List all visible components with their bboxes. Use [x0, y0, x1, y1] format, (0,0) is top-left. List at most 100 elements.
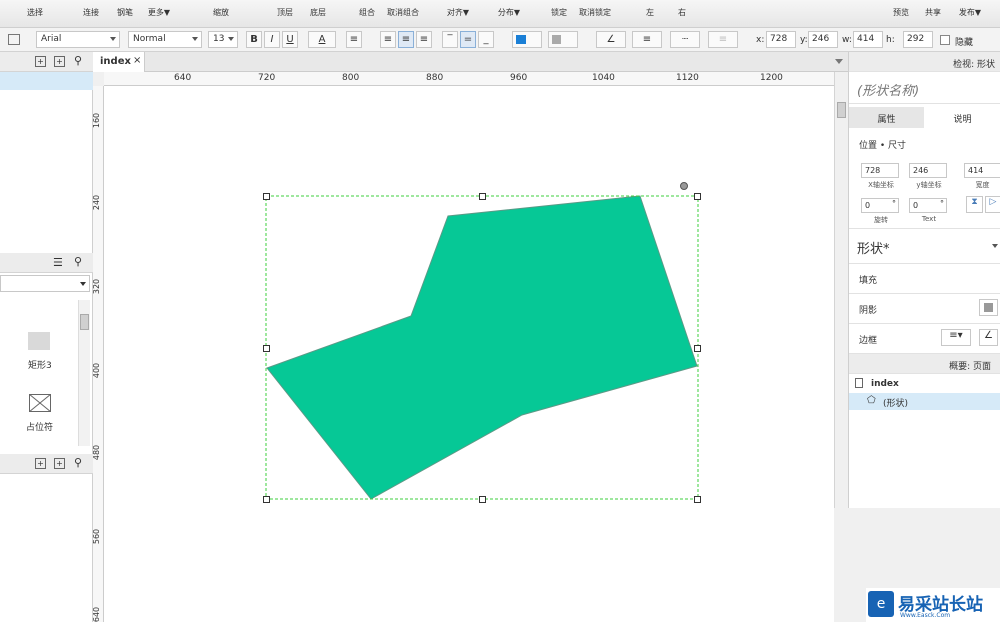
add-page-icon[interactable]: + [35, 56, 46, 67]
placeholder-icon[interactable] [28, 393, 52, 413]
tab-index[interactable]: index × [93, 52, 145, 72]
font-family-select[interactable]: Arial [36, 31, 120, 48]
underline-button[interactable]: U [282, 31, 298, 48]
close-icon[interactable]: × [133, 55, 141, 66]
line-color-button[interactable]: ∠ [596, 31, 626, 48]
rotation-value: 0 [865, 201, 871, 210]
valign-middle-icon[interactable]: = [460, 31, 476, 48]
valign-bottom-icon[interactable]: _ [478, 31, 494, 48]
w-field[interactable]: 414 [964, 163, 1000, 178]
add-master-icon[interactable]: + [35, 458, 46, 469]
add-folder-icon[interactable]: + [54, 56, 65, 67]
tabs-menu-icon[interactable] [835, 59, 843, 64]
align-center-icon[interactable]: ≡ [398, 31, 414, 48]
library-item-placeholder[interactable]: 占位符 [26, 420, 53, 433]
distribute-button[interactable]: 分布▼ [494, 0, 524, 28]
x-field[interactable]: 728 [861, 163, 899, 178]
tab-notes[interactable]: 说明 [924, 107, 1000, 128]
bring-front-button[interactable]: 顶层 [272, 0, 298, 28]
shadow-picker[interactable] [979, 299, 998, 316]
library-scroll-thumb[interactable] [80, 314, 89, 330]
resize-handle-e[interactable] [694, 345, 701, 352]
align-button[interactable]: 对齐▼ [443, 0, 473, 28]
font-style-select[interactable]: Normal [128, 31, 202, 48]
ruler-label: 400 [92, 362, 102, 379]
group-button[interactable]: 组合 [354, 0, 380, 28]
align-right-icon[interactable]: ≡ [416, 31, 432, 48]
more-button[interactable]: 更多▼ [144, 0, 174, 28]
canvas-scroll-thumb[interactable] [837, 102, 846, 118]
rotation-field[interactable]: 0 ° [861, 198, 899, 213]
flip-vertical-icon[interactable]: ▷ [985, 196, 1000, 213]
rectangle-icon[interactable] [28, 332, 50, 350]
publish-button[interactable]: 发布▼ [955, 0, 985, 28]
connect-button[interactable]: 连接 [78, 0, 104, 28]
zoom-button[interactable]: 缩放 [198, 0, 244, 28]
sitemap-selected-row[interactable] [0, 72, 93, 90]
text-rotation-field[interactable]: 0 ° [909, 198, 947, 213]
unlock-button[interactable]: 取消锁定 [577, 0, 613, 28]
hide-checkbox[interactable] [940, 35, 950, 45]
flip-horizontal-icon[interactable]: ⧗ [966, 196, 983, 213]
search-icon[interactable]: ⚲ [74, 456, 82, 469]
design-canvas[interactable] [104, 86, 834, 622]
share-button[interactable]: 共享 [920, 0, 946, 28]
select-button[interactable]: 选择 [20, 0, 50, 28]
resize-handle-w[interactable] [263, 345, 270, 352]
resize-handle-sw[interactable] [263, 496, 270, 503]
menu-icon[interactable]: ☰ [53, 256, 63, 269]
x-input[interactable]: 728 [766, 31, 796, 48]
library-select[interactable] [0, 275, 90, 292]
add-folder-icon[interactable]: + [54, 458, 65, 469]
fill-color-button[interactable] [512, 31, 542, 48]
text-color-button[interactable]: A [308, 31, 336, 48]
canvas-vertical-scrollbar[interactable] [834, 72, 848, 508]
lock-button[interactable]: 锁定 [546, 0, 572, 28]
shape-name-input[interactable]: (形状名称) [857, 80, 919, 99]
preview-button[interactable]: 预览 [888, 0, 914, 28]
border-color-picker[interactable]: ∠ [979, 329, 998, 346]
bold-button[interactable]: B [246, 31, 262, 48]
send-back-button[interactable]: 底层 [305, 0, 331, 28]
search-icon[interactable]: ⚲ [74, 255, 82, 268]
ruler-label: 720 [258, 73, 276, 83]
bullet-list-icon[interactable]: ≡ [346, 31, 362, 48]
resize-handle-ne[interactable] [694, 193, 701, 200]
line-weight-button[interactable]: ≡ [632, 31, 662, 48]
h-input[interactable]: 292 [903, 31, 933, 48]
resize-handle-se[interactable] [694, 496, 701, 503]
rotate-handle[interactable] [680, 182, 688, 190]
pen-button[interactable]: 钢笔 [112, 0, 138, 28]
format-painter-icon[interactable] [8, 34, 20, 45]
library-scrollbar[interactable] [78, 300, 90, 446]
align-left-icon[interactable]: ≡ [380, 31, 396, 48]
polygon-shape[interactable] [266, 195, 698, 500]
library-item-rectangle[interactable]: 矩形3 [28, 358, 52, 371]
publish-label: 发布▼ [958, 8, 982, 17]
line-style-button[interactable]: ┈ [670, 31, 700, 48]
shadow-button[interactable] [548, 31, 578, 48]
outline-shape-row[interactable]: ⬠ (形状) [849, 393, 1000, 410]
y-input[interactable]: 246 [808, 31, 838, 48]
resize-handle-n[interactable] [479, 193, 486, 200]
w-input[interactable]: 414 [853, 31, 883, 48]
ungroup-button[interactable]: 取消组合 [385, 0, 421, 28]
valign-top-icon[interactable]: ‾ [442, 31, 458, 48]
tab-properties[interactable]: 属性 [849, 107, 924, 128]
font-family-value: Arial [41, 34, 62, 44]
fill-color-swatch [516, 35, 526, 44]
outline-page-label: index [871, 379, 899, 389]
search-icon[interactable]: ⚲ [74, 54, 82, 67]
font-size-select[interactable]: 13 [208, 31, 238, 48]
right-button[interactable]: 右 [672, 0, 692, 28]
resize-handle-s[interactable] [479, 496, 486, 503]
y-field[interactable]: 246 [909, 163, 947, 178]
arrow-style-button[interactable]: ≡ [708, 31, 738, 48]
border-weight-picker[interactable]: ≡▾ [941, 329, 971, 346]
document-tabs: index × [93, 52, 848, 72]
left-button[interactable]: 左 [640, 0, 660, 28]
chevron-down-icon[interactable] [992, 244, 998, 248]
italic-button[interactable]: I [264, 31, 280, 48]
resize-handle-nw[interactable] [263, 193, 270, 200]
outline-page-row[interactable]: index [849, 376, 1000, 393]
